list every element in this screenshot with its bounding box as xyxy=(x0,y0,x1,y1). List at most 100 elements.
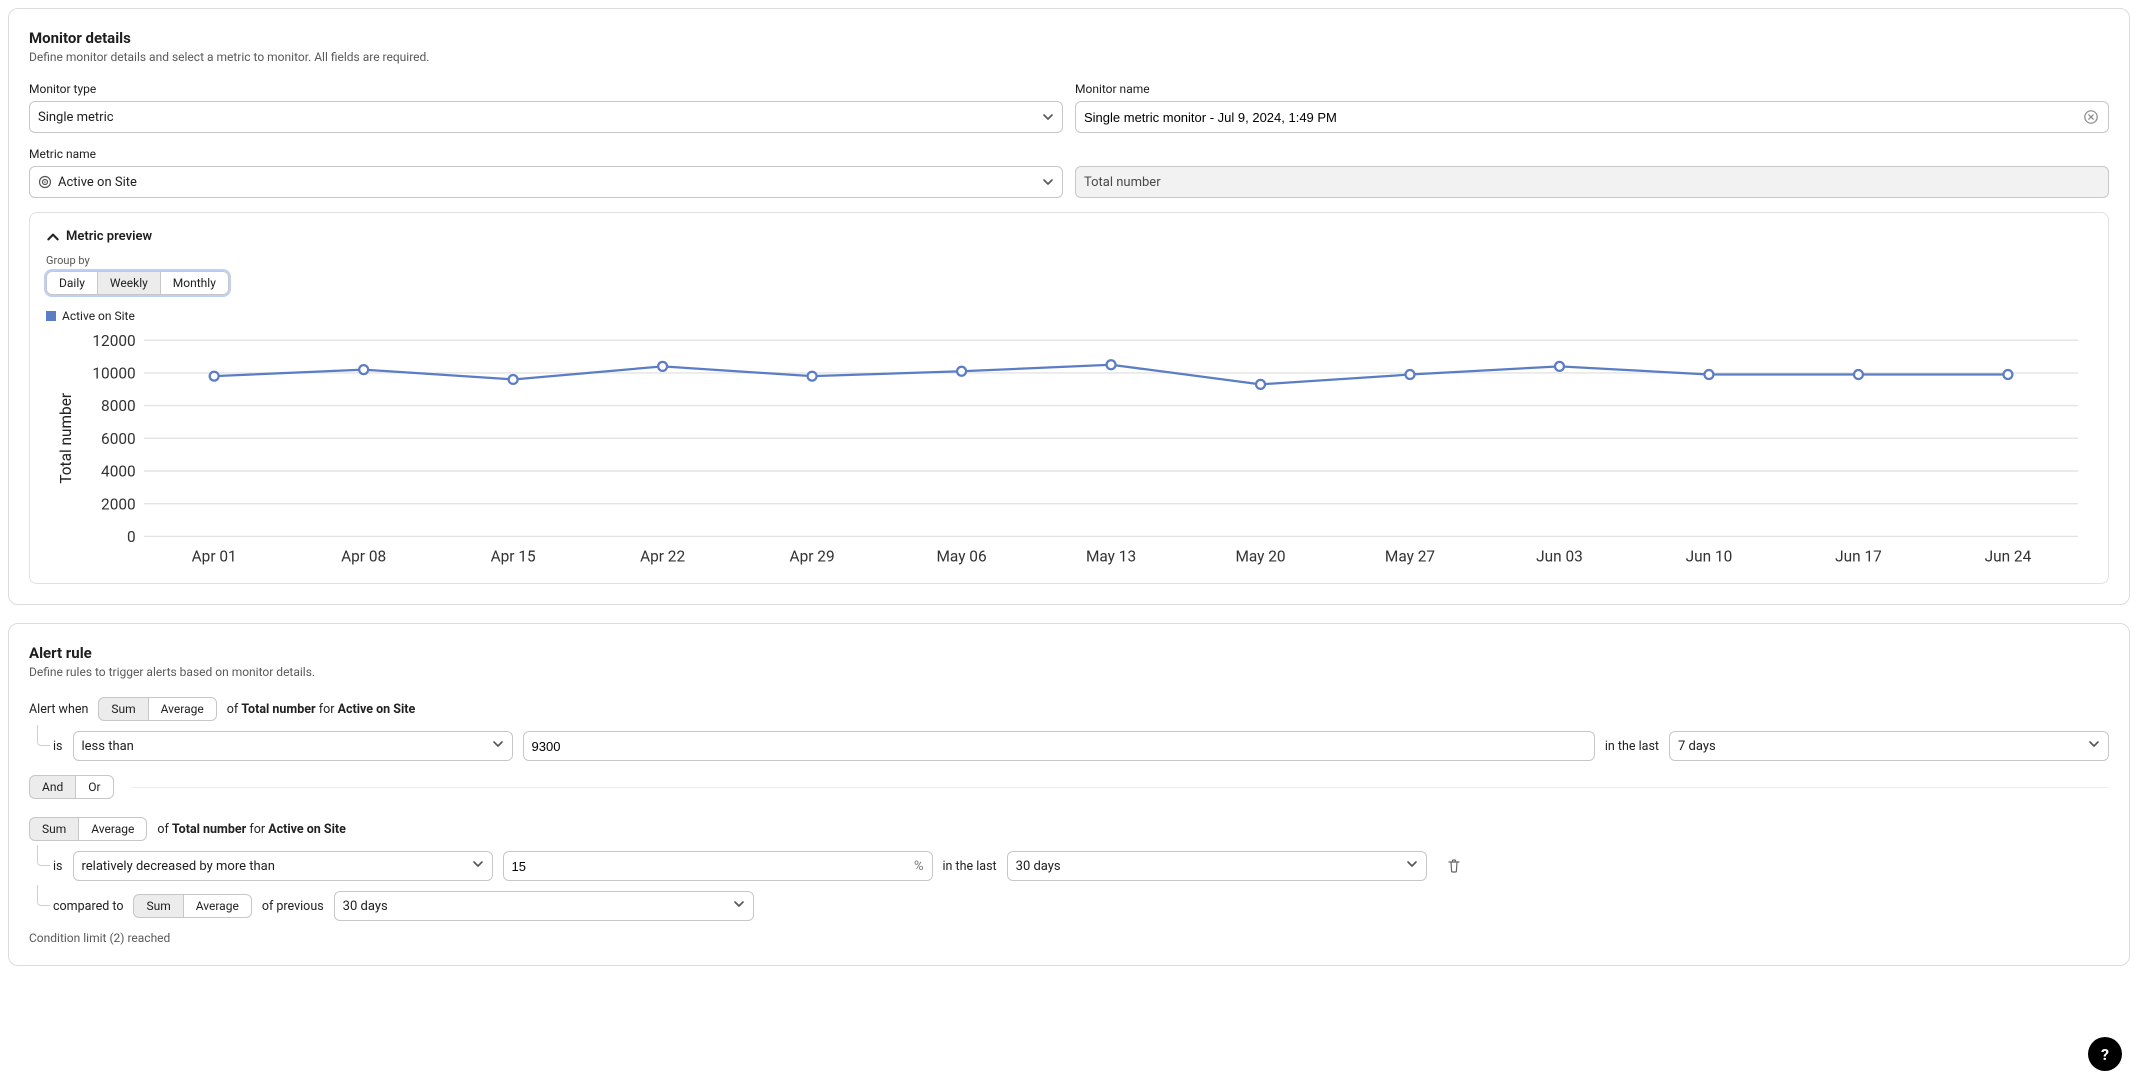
cond2-body-2: compared to Sum Average of previous 30 d… xyxy=(53,891,2109,921)
group-by-monthly[interactable]: Monthly xyxy=(160,271,229,295)
compared-sum-button[interactable]: Sum xyxy=(133,894,183,918)
cond1-average-button[interactable]: Average xyxy=(148,697,217,721)
svg-text:May 13: May 13 xyxy=(1086,548,1136,566)
target-icon xyxy=(38,175,52,189)
svg-text:12000: 12000 xyxy=(92,332,135,350)
cond1-window-select[interactable]: 7 days xyxy=(1669,731,2109,761)
clear-icon[interactable] xyxy=(2082,108,2100,126)
svg-text:Apr 29: Apr 29 xyxy=(790,548,835,566)
chevron-down-icon xyxy=(472,858,484,874)
cond2-agg-segmented: Sum Average xyxy=(29,817,147,841)
svg-text:8000: 8000 xyxy=(101,397,136,415)
svg-text:Jun 24: Jun 24 xyxy=(1985,548,2032,566)
svg-text:10000: 10000 xyxy=(92,365,135,383)
chevron-down-icon xyxy=(1042,111,1054,123)
metric-aggregation-readonly: Total number xyxy=(1075,166,2109,198)
group-by-segmented: Daily Weekly Monthly xyxy=(46,271,229,295)
svg-text:2000: 2000 xyxy=(101,495,136,513)
metric-preview-toggle[interactable]: Metric preview xyxy=(46,229,2092,244)
cond1-agg-segmented: Sum Average xyxy=(98,697,216,721)
svg-text:Apr 08: Apr 08 xyxy=(341,548,386,566)
monitor-details-title: Monitor details xyxy=(29,29,2109,47)
compared-agg-segmented: Sum Average xyxy=(133,894,251,918)
percent-suffix: % xyxy=(914,859,924,874)
logic-or-button[interactable]: Or xyxy=(75,775,113,799)
cond2-value-input[interactable]: % xyxy=(503,851,933,881)
svg-text:May 27: May 27 xyxy=(1385,548,1435,566)
cond2-average-button[interactable]: Average xyxy=(78,817,147,841)
monitor-name-field[interactable] xyxy=(1084,102,2082,132)
cond2-of-text: of Total number for Active on Site xyxy=(157,822,346,837)
chevron-down-icon xyxy=(2088,738,2100,754)
chevron-down-icon xyxy=(1042,176,1054,188)
svg-text:Jun 17: Jun 17 xyxy=(1835,548,1882,566)
alert-rule-subtitle: Define rules to trigger alerts based on … xyxy=(29,665,2109,679)
logic-and-button[interactable]: And xyxy=(29,775,76,799)
group-by-daily[interactable]: Daily xyxy=(46,271,98,295)
group-by-weekly[interactable]: Weekly xyxy=(97,271,161,295)
logic-segmented: And Or xyxy=(29,775,114,799)
cond1-sum-button[interactable]: Sum xyxy=(98,697,148,721)
svg-text:Apr 15: Apr 15 xyxy=(491,548,536,566)
cond2-is-label: is xyxy=(53,859,63,874)
chevron-up-icon xyxy=(46,230,60,244)
monitor-type-value: Single metric xyxy=(38,110,114,125)
svg-text:6000: 6000 xyxy=(101,430,136,448)
group-by-label: Group by xyxy=(46,254,2092,267)
svg-text:May 06: May 06 xyxy=(936,548,986,566)
metric-preview-panel: Metric preview Group by Daily Weekly Mon… xyxy=(29,212,2109,584)
svg-text:0: 0 xyxy=(127,528,136,546)
cond2-operator-select[interactable]: relatively decreased by more than xyxy=(73,851,493,881)
svg-text:Apr 01: Apr 01 xyxy=(192,548,237,566)
metric-name-value: Active on Site xyxy=(58,175,137,190)
line-chart: 020004000600080001000012000Total numberA… xyxy=(46,329,2092,567)
cond1-value-input[interactable] xyxy=(523,731,1595,761)
chevron-down-icon xyxy=(492,738,504,754)
metric-name-label: Metric name xyxy=(29,147,1063,161)
compared-average-button[interactable]: Average xyxy=(183,894,252,918)
svg-text:Apr 22: Apr 22 xyxy=(640,548,685,566)
svg-text:May 20: May 20 xyxy=(1235,548,1285,566)
cond2-window-value: 30 days xyxy=(1016,859,1406,874)
prev-window-value: 30 days xyxy=(343,899,733,914)
legend-label: Active on Site xyxy=(62,309,135,323)
cond2-sum-button[interactable]: Sum xyxy=(29,817,79,841)
svg-text:4000: 4000 xyxy=(101,463,136,481)
monitor-details-card: Monitor details Define monitor details a… xyxy=(8,8,2130,605)
cond1-value-field[interactable] xyxy=(532,739,1586,754)
logic-row: And Or xyxy=(29,775,2109,799)
delete-condition-button[interactable] xyxy=(1443,855,1465,877)
monitor-details-subtitle: Define monitor details and select a metr… xyxy=(29,50,2109,64)
cond2-header: Sum Average of Total number for Active o… xyxy=(29,817,2109,841)
prev-window-select[interactable]: 30 days xyxy=(334,891,754,921)
condition-limit-text: Condition limit (2) reached xyxy=(29,931,2109,945)
cond1-inlast-label: in the last xyxy=(1605,739,1659,754)
cond2-window-select[interactable]: 30 days xyxy=(1007,851,1427,881)
cond2-body-1: is relatively decreased by more than % i… xyxy=(53,851,2109,881)
cond1-of-text: of Total number for Active on Site xyxy=(227,702,416,717)
compared-to-label: compared to xyxy=(53,899,123,914)
legend-swatch xyxy=(46,311,56,321)
chevron-down-icon xyxy=(1406,858,1418,874)
help-button[interactable]: ? xyxy=(2088,1037,2122,1071)
cond2-value-field[interactable] xyxy=(512,859,908,874)
chevron-down-icon xyxy=(733,898,745,914)
cond2-operator-value: relatively decreased by more than xyxy=(82,859,472,874)
cond1-operator-select[interactable]: less than xyxy=(73,731,513,761)
chart-container: 020004000600080001000012000Total numberA… xyxy=(46,329,2092,567)
monitor-name-label: Monitor name xyxy=(1075,82,2109,96)
cond1-header: Alert when Sum Average of Total number f… xyxy=(29,697,2109,721)
cond1-is-label: is xyxy=(53,739,63,754)
alert-when-label: Alert when xyxy=(29,702,88,717)
metric-preview-title: Metric preview xyxy=(66,229,152,244)
monitor-name-input[interactable] xyxy=(1075,101,2109,133)
of-previous-label: of previous xyxy=(262,899,324,914)
monitor-type-label: Monitor type xyxy=(29,82,1063,96)
svg-text:Jun 03: Jun 03 xyxy=(1536,548,1583,566)
metric-name-select[interactable]: Active on Site xyxy=(29,166,1063,198)
cond1-body: is less than in the last 7 days xyxy=(53,731,2109,761)
monitor-type-select[interactable]: Single metric xyxy=(29,101,1063,133)
cond2-inlast-label: in the last xyxy=(943,859,997,874)
cond1-window-value: 7 days xyxy=(1678,739,2088,754)
chart-legend: Active on Site xyxy=(46,309,2092,323)
